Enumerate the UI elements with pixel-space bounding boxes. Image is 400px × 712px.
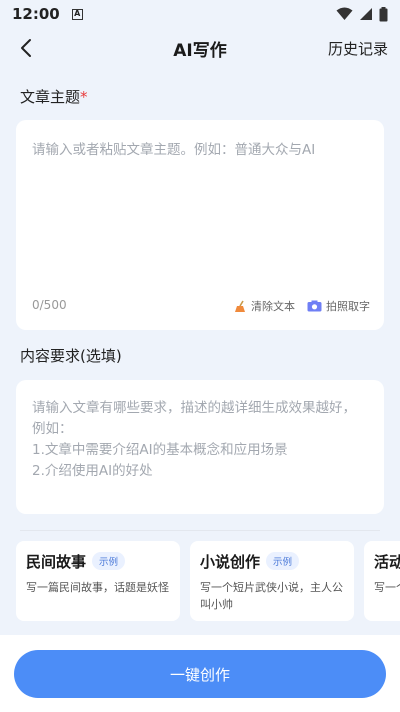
char-counter: 0/500: [32, 298, 67, 312]
wifi-icon: [336, 7, 353, 20]
example-title: 活动: [374, 553, 400, 571]
notification-a-icon: A: [71, 8, 83, 20]
divider: [20, 530, 380, 531]
battery-icon: [379, 6, 388, 21]
topic-label-text: 文章主题: [20, 88, 81, 106]
example-tag: 示例: [92, 552, 126, 570]
requirements-input-card[interactable]: 请输入文章有哪些要求，描述的越详细生成效果越好， 例如： 1.文章中需要介绍AI…: [16, 380, 384, 514]
clear-text-button[interactable]: 清除文本: [234, 298, 295, 314]
camera-icon: [307, 300, 322, 312]
app-header: AI写作 历史记录: [0, 30, 400, 66]
status-time: 12:00: [12, 5, 60, 23]
example-title: 民间故事: [26, 553, 87, 571]
topic-placeholder[interactable]: 请输入或者粘贴文章主题。例如：普通大众与AI: [32, 140, 315, 161]
requirements-placeholder-line: 1.文章中需要介绍AI的基本概念和应用场景: [32, 442, 288, 458]
cellular-signal-icon: [360, 8, 372, 20]
example-desc: 写一篇民间故事，话题是妖怪: [26, 581, 169, 594]
topic-input-card[interactable]: 请输入或者粘贴文章主题。例如：普通大众与AI 0/500 清除文本 拍照取字: [16, 120, 384, 330]
example-title: 小说创作: [200, 553, 261, 571]
required-mark: *: [80, 88, 88, 106]
example-card-novel[interactable]: 小说创作 示例 写一个短片武侠小说，主人公叫小帅: [190, 541, 354, 621]
generate-button[interactable]: 一键创作: [14, 650, 386, 698]
topic-tools: 清除文本 拍照取字: [234, 298, 370, 314]
example-tag: 示例: [266, 552, 300, 570]
photo-ocr-button[interactable]: 拍照取字: [307, 298, 370, 314]
photo-ocr-label: 拍照取字: [326, 300, 370, 313]
example-desc: 写一个短片武侠小说，主人公叫小帅: [200, 581, 343, 611]
status-icons: [336, 6, 388, 22]
clear-text-label: 清除文本: [251, 300, 295, 313]
example-card-activity[interactable]: 活动 写一个: [364, 541, 400, 621]
topic-label: 文章主题*: [20, 86, 88, 107]
status-bar: 12:00 A: [0, 0, 400, 28]
history-button[interactable]: 历史记录: [328, 38, 388, 59]
broom-icon: [235, 300, 245, 312]
requirements-placeholder-line: 例如：: [32, 421, 73, 437]
requirements-label: 内容要求(选填): [20, 347, 122, 365]
requirements-placeholder-line: 2.介绍使用AI的好处: [32, 463, 153, 479]
example-card-folk-story[interactable]: 民间故事 示例 写一篇民间故事，话题是妖怪: [16, 541, 180, 621]
requirements-placeholder-line: 请输入文章有哪些要求，描述的越详细生成效果越好，: [32, 400, 356, 416]
example-desc: 写一个: [374, 581, 400, 594]
